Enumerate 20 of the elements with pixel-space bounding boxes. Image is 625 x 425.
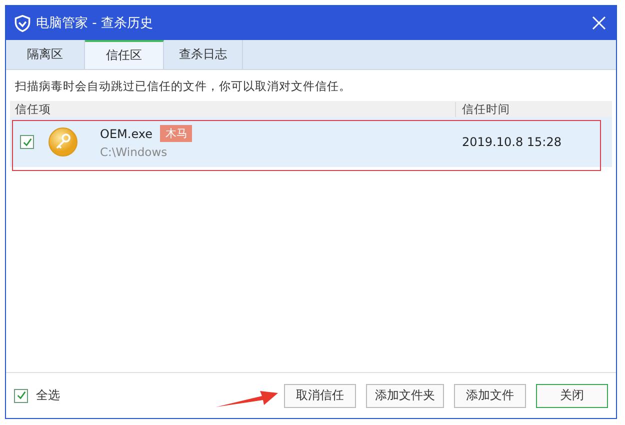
- window-title: 电脑管家 - 查杀历史: [36, 15, 154, 32]
- pointer-arrow: [216, 388, 278, 410]
- table-row[interactable]: OEM.exe 木马 C:\Windows 2019.10.8 15:28: [10, 117, 612, 167]
- key-icon: [48, 127, 78, 157]
- threat-tag: 木马: [160, 125, 192, 142]
- checkbox[interactable]: [14, 388, 28, 402]
- close-icon[interactable]: [592, 16, 606, 30]
- file-path: C:\Windows: [100, 145, 168, 159]
- checkbox[interactable]: [20, 135, 34, 149]
- tab[interactable]: 信任区: [85, 40, 164, 69]
- dialog-button[interactable]: 关闭: [536, 384, 608, 408]
- file-name: OEM.exe: [100, 126, 152, 140]
- select-all-label[interactable]: 全选: [36, 387, 60, 404]
- dialog-button[interactable]: 添加文件: [454, 384, 526, 408]
- notice-text: 扫描病毒时会自动跳过已信任的文件，你可以取消对文件信任。: [14, 78, 352, 95]
- dialog-button[interactable]: 添加文件夹: [366, 384, 444, 408]
- column-header: 信任项: [14, 102, 52, 116]
- table-cell-text: 2019.10.8 15:28: [462, 135, 562, 149]
- shield-icon: [14, 14, 31, 32]
- dialog-button[interactable]: 取消信任: [284, 384, 356, 408]
